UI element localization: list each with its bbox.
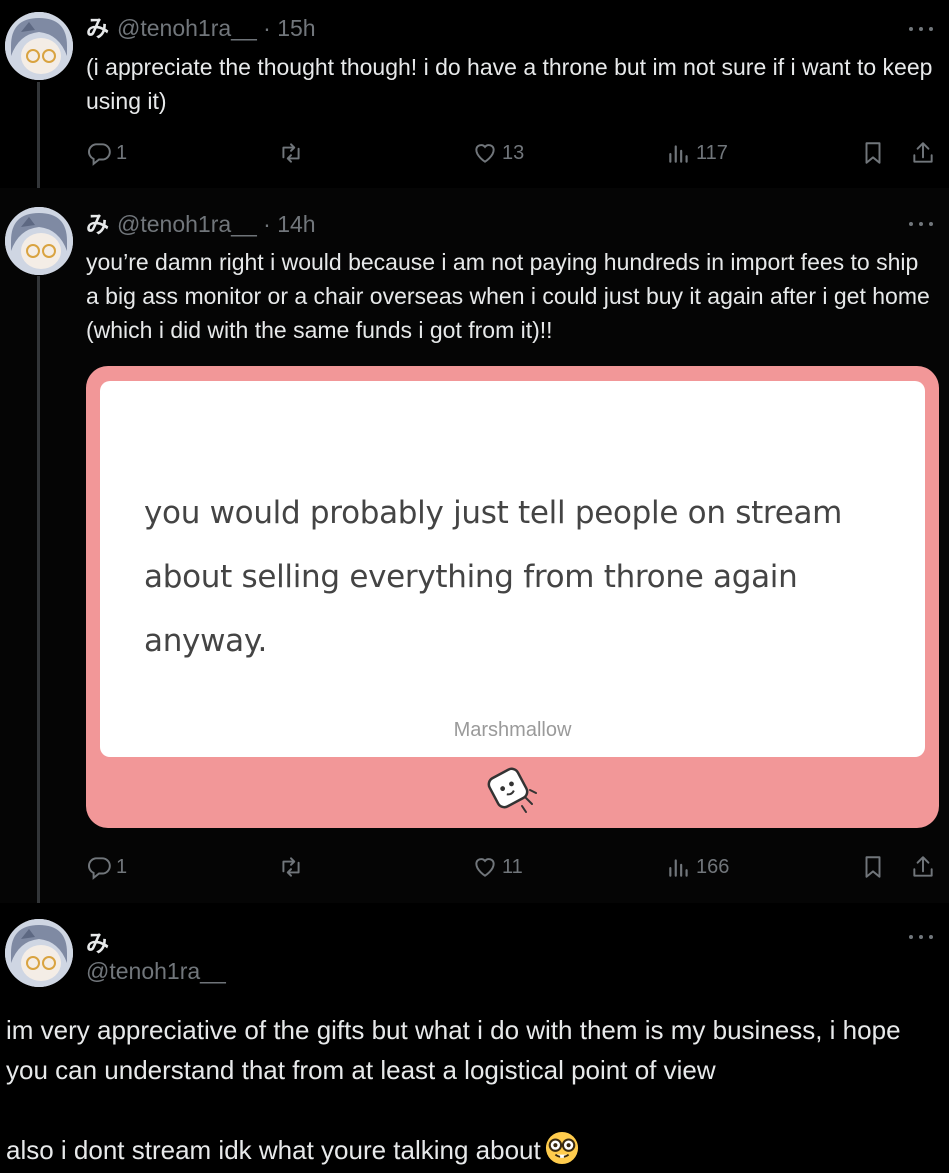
retweet-icon xyxy=(282,143,300,163)
marshmallow-icon xyxy=(487,767,537,813)
tweet-paragraph-2: also i dont stream idk what youre talkin… xyxy=(6,1130,939,1170)
tweet-text: you’re damn right i would because i am n… xyxy=(86,249,930,343)
reply-icon xyxy=(88,143,111,166)
avatar[interactable] xyxy=(5,919,73,987)
nerd-face-emoji xyxy=(545,1131,578,1165)
share-icon xyxy=(913,142,933,163)
reply-button[interactable]: 1 xyxy=(86,852,127,882)
thread-connector xyxy=(37,276,40,903)
more-icon[interactable] xyxy=(909,219,935,229)
like-button[interactable]: 13 xyxy=(472,138,524,168)
like-button[interactable]: 11 xyxy=(472,852,523,882)
marshmallow-brand: Marshmallow xyxy=(453,719,572,741)
reply-count: 1 xyxy=(116,855,128,878)
avatar-image xyxy=(5,12,73,80)
action-bar: 1 11 166 xyxy=(86,852,938,882)
share-button[interactable] xyxy=(910,138,936,168)
bookmark-icon xyxy=(865,142,881,164)
more-icon[interactable] xyxy=(909,24,935,34)
reply-icon xyxy=(88,857,111,880)
tweet-text: im very appreciative of the gifts but wh… xyxy=(6,1010,939,1170)
view-count: 166 xyxy=(696,855,730,878)
tweet-paragraph: im very appreciative of the gifts but wh… xyxy=(6,1015,901,1085)
reply-count: 1 xyxy=(116,141,128,164)
author-name[interactable]: み xyxy=(86,211,109,237)
tweet-header: み @tenoh1ra__ · 14h xyxy=(86,210,316,238)
bookmark-button[interactable] xyxy=(860,852,886,882)
action-bar: 1 13 117 xyxy=(86,138,938,168)
separator: · xyxy=(263,15,271,41)
reply-button[interactable]: 1 xyxy=(86,138,127,168)
author-name[interactable]: み xyxy=(86,15,109,41)
tweet-paragraph-text: also i dont stream idk what youre talkin… xyxy=(6,1135,541,1165)
like-icon xyxy=(475,144,495,163)
share-button[interactable] xyxy=(910,852,936,882)
media-image[interactable]: you would probably just tell people on s… xyxy=(86,366,939,828)
more-icon[interactable] xyxy=(909,932,935,942)
retweet-button[interactable] xyxy=(278,138,304,168)
retweet-button[interactable] xyxy=(278,852,304,882)
avatar[interactable] xyxy=(5,207,73,275)
avatar-image xyxy=(5,207,73,275)
timestamp[interactable]: 14h xyxy=(277,211,315,237)
separator: · xyxy=(263,211,271,237)
marshmallow-question: you would probably just tell people on s… xyxy=(144,495,843,659)
author-handle[interactable]: @tenoh1ra__ xyxy=(117,211,257,237)
marshmallow-card: you would probably just tell people on s… xyxy=(100,381,925,757)
like-icon xyxy=(475,858,495,877)
view-count: 117 xyxy=(696,141,728,164)
retweet-icon xyxy=(282,857,300,877)
views-button[interactable]: 117 xyxy=(666,138,728,168)
like-count: 11 xyxy=(502,855,523,878)
author-handle[interactable]: @tenoh1ra__ xyxy=(117,15,257,41)
bookmark-icon xyxy=(865,856,881,878)
bookmark-button[interactable] xyxy=(860,138,886,168)
timestamp[interactable]: 15h xyxy=(277,15,315,41)
author-name[interactable]: み xyxy=(86,924,109,958)
tweet-header: み @tenoh1ra__ · 15h xyxy=(86,14,316,42)
avatar[interactable] xyxy=(5,12,73,80)
author-handle[interactable]: @tenoh1ra__ xyxy=(86,958,226,985)
avatar-image xyxy=(5,919,73,987)
share-icon xyxy=(913,856,933,877)
views-icon xyxy=(669,859,688,877)
like-count: 13 xyxy=(502,141,525,164)
thread-connector xyxy=(37,82,40,194)
views-icon xyxy=(669,145,688,163)
tweet-text: (i appreciate the thought though! i do h… xyxy=(86,54,933,114)
views-button[interactable]: 166 xyxy=(666,852,729,882)
